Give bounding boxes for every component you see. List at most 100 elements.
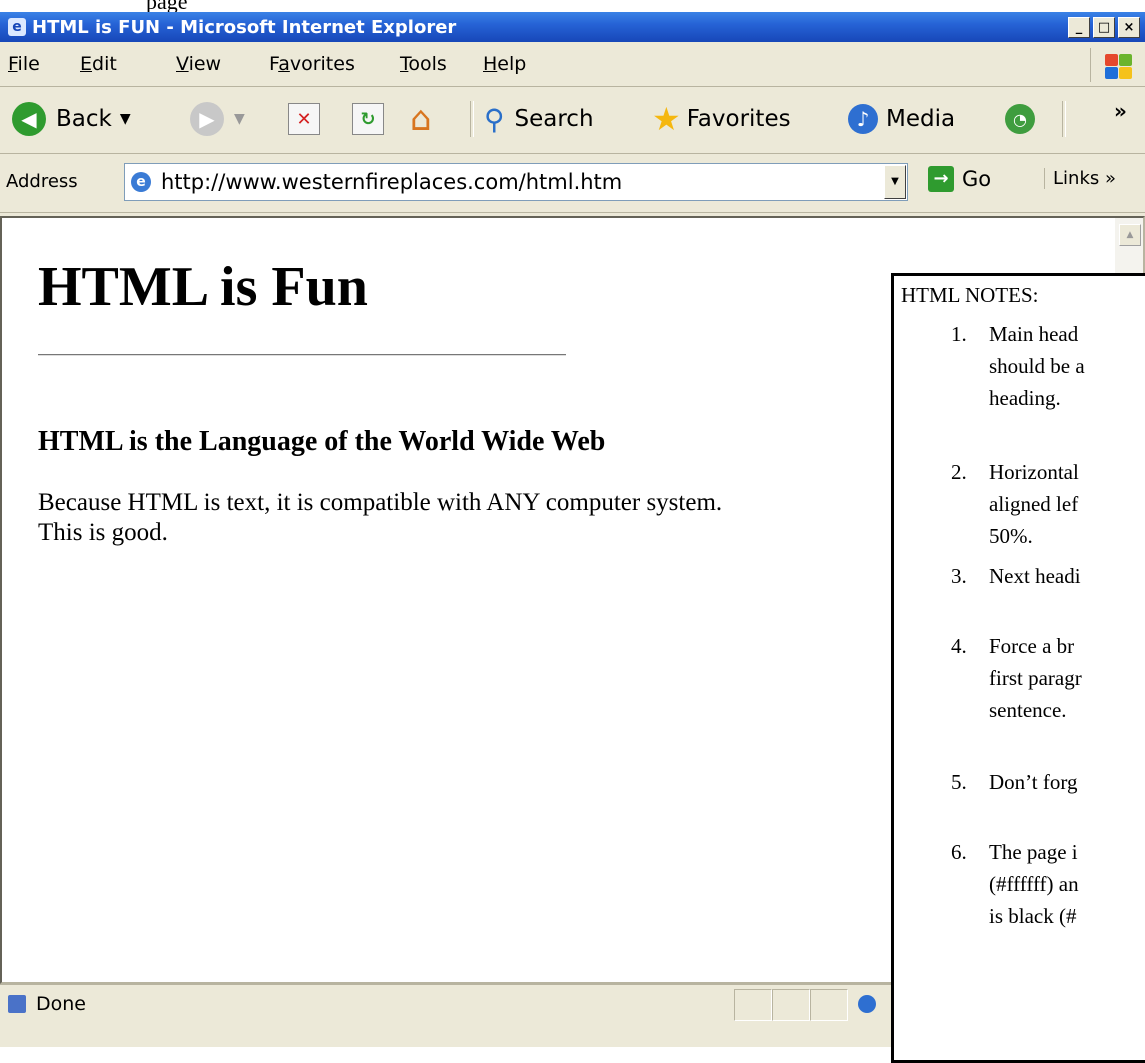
note-item-1: 1. Main head should be a heading. bbox=[951, 318, 1085, 414]
back-label: Back bbox=[56, 106, 112, 132]
address-url: http://www.westernfireplaces.com/html.ht… bbox=[161, 170, 623, 194]
menu-view[interactable]: View bbox=[176, 53, 221, 75]
back-button[interactable]: ◀ Back ▼ bbox=[12, 99, 131, 139]
menu-favorites-mnemonic: a bbox=[278, 53, 290, 75]
address-label: Address bbox=[6, 171, 78, 192]
toolbar-more-chevron[interactable]: » bbox=[1114, 91, 1127, 131]
back-arrow-icon: ◀ bbox=[12, 102, 46, 136]
favorites-label: Favorites bbox=[686, 106, 791, 132]
star-icon: ★ bbox=[652, 100, 681, 138]
address-bar: Address e http://www.westernfireplaces.c… bbox=[0, 154, 1145, 213]
address-dropdown-icon[interactable]: ▼ bbox=[884, 165, 906, 199]
scroll-up-arrow-icon[interactable]: ▲ bbox=[1119, 224, 1141, 246]
status-pane bbox=[734, 989, 772, 1021]
home-icon: ⌂ bbox=[410, 99, 432, 139]
stop-icon: ✕ bbox=[288, 103, 320, 135]
minimize-button[interactable]: _ bbox=[1068, 17, 1090, 38]
menu-edit-mnemonic: E bbox=[80, 53, 93, 75]
note-line: Main head bbox=[989, 322, 1079, 346]
page-subheading: HTML is the Language of the World Wide W… bbox=[38, 426, 606, 457]
note-number: 1. bbox=[951, 322, 967, 346]
note-line: aligned lef bbox=[989, 492, 1079, 516]
note-line: (#ffffff) an bbox=[989, 872, 1079, 896]
stop-button[interactable]: ✕ bbox=[288, 99, 320, 139]
menu-help-label: elp bbox=[497, 53, 527, 75]
note-line: first paragr bbox=[989, 666, 1082, 690]
note-line: 50%. bbox=[989, 524, 1033, 548]
status-text: Done bbox=[36, 993, 86, 1015]
search-label: Search bbox=[514, 106, 594, 132]
status-pane bbox=[810, 989, 848, 1021]
menu-file[interactable]: File bbox=[8, 53, 40, 75]
menu-help[interactable]: Help bbox=[483, 53, 526, 75]
ie-page-icon: e bbox=[131, 172, 151, 192]
paragraph-line-1: Because HTML is text, it is compatible w… bbox=[38, 489, 723, 516]
media-button[interactable]: ♪ Media bbox=[848, 99, 955, 139]
forward-button[interactable]: ▶ ▼ bbox=[190, 99, 245, 139]
search-button[interactable]: ⚲ Search bbox=[484, 99, 594, 139]
links-button[interactable]: Links » bbox=[1044, 168, 1116, 189]
note-number: 5. bbox=[951, 770, 967, 794]
go-label: Go bbox=[962, 167, 992, 191]
note-line: is black (# bbox=[989, 904, 1077, 928]
note-number: 3. bbox=[951, 564, 967, 588]
menu-view-mnemonic: V bbox=[176, 53, 189, 75]
menu-view-label: iew bbox=[188, 53, 222, 75]
forward-arrow-icon: ▶ bbox=[190, 102, 224, 136]
note-number: 6. bbox=[951, 840, 967, 864]
menu-file-label: ile bbox=[17, 53, 40, 75]
menu-favorites-label: vorites bbox=[289, 53, 355, 75]
standard-toolbar: ◀ Back ▼ ▶ ▼ ✕ ↻ ⌂ ⚲ Search ★ Favorites … bbox=[0, 87, 1145, 154]
windows-logo-icon bbox=[1090, 48, 1135, 82]
home-button[interactable]: ⌂ bbox=[410, 99, 432, 139]
paragraph-line-2: This is good. bbox=[38, 519, 168, 546]
menu-edit[interactable]: Edit bbox=[80, 53, 117, 75]
html-notes-box: HTML NOTES: 1. Main head should be a hea… bbox=[891, 273, 1145, 1063]
refresh-icon: ↻ bbox=[352, 103, 384, 135]
menu-tools[interactable]: Tools bbox=[400, 53, 447, 75]
note-line: should be a bbox=[989, 354, 1085, 378]
notes-title: HTML NOTES: bbox=[901, 283, 1039, 307]
close-button[interactable]: × bbox=[1118, 17, 1140, 38]
search-icon: ⚲ bbox=[484, 102, 505, 136]
menu-favorites[interactable]: Favorites bbox=[269, 53, 355, 75]
address-input[interactable]: e http://www.westernfireplaces.com/html.… bbox=[124, 163, 908, 201]
note-line: Next headi bbox=[989, 564, 1081, 588]
title-bar: e HTML is FUN - Microsoft Internet Explo… bbox=[0, 12, 1145, 42]
note-line: heading. bbox=[989, 386, 1061, 410]
forward-dropdown-icon[interactable]: ▼ bbox=[234, 111, 245, 127]
history-icon: ◔ bbox=[1005, 104, 1035, 134]
note-item-2: 2. Horizontal aligned lef 50%. bbox=[951, 456, 1079, 552]
menu-file-mnemonic: F bbox=[8, 53, 18, 75]
toolbar-separator bbox=[470, 101, 474, 137]
note-item-5: 5. Don’t forg bbox=[951, 766, 1078, 798]
favorites-button[interactable]: ★ Favorites bbox=[652, 99, 791, 139]
note-item-4: 4. Force a br first paragr sentence. bbox=[951, 630, 1082, 726]
status-pane bbox=[772, 989, 810, 1021]
note-item-3: 3. Next headi bbox=[951, 560, 1081, 592]
menu-edit-label: dit bbox=[92, 53, 117, 75]
page-paragraph: Because HTML is text, it is compatible w… bbox=[38, 488, 898, 548]
media-icon: ♪ bbox=[848, 104, 878, 134]
above-window-text: page bbox=[146, 0, 188, 12]
note-number: 2. bbox=[951, 460, 967, 484]
maximize-button[interactable]: □ bbox=[1093, 17, 1115, 38]
refresh-button[interactable]: ↻ bbox=[352, 99, 384, 139]
note-line: Horizontal bbox=[989, 460, 1079, 484]
menu-help-mnemonic: H bbox=[483, 53, 498, 75]
note-line: The page i bbox=[989, 840, 1078, 864]
menu-bar: File Edit View Favorites Tools Help bbox=[0, 42, 1145, 87]
menu-favorites-prefix: F bbox=[269, 53, 279, 75]
internet-zone-icon bbox=[858, 995, 876, 1013]
menu-tools-label: ools bbox=[408, 53, 447, 75]
go-arrow-icon: → bbox=[928, 166, 954, 192]
history-button[interactable]: ◔ bbox=[1005, 99, 1035, 139]
go-button[interactable]: → Go bbox=[928, 166, 991, 192]
media-label: Media bbox=[886, 106, 956, 132]
note-line: Don’t forg bbox=[989, 770, 1078, 794]
window-title: HTML is FUN - Microsoft Internet Explore… bbox=[32, 17, 457, 38]
ie-page-icon: e bbox=[8, 18, 26, 36]
toolbar-separator-2 bbox=[1062, 101, 1066, 137]
back-dropdown-icon[interactable]: ▼ bbox=[120, 111, 131, 127]
note-number: 4. bbox=[951, 634, 967, 658]
